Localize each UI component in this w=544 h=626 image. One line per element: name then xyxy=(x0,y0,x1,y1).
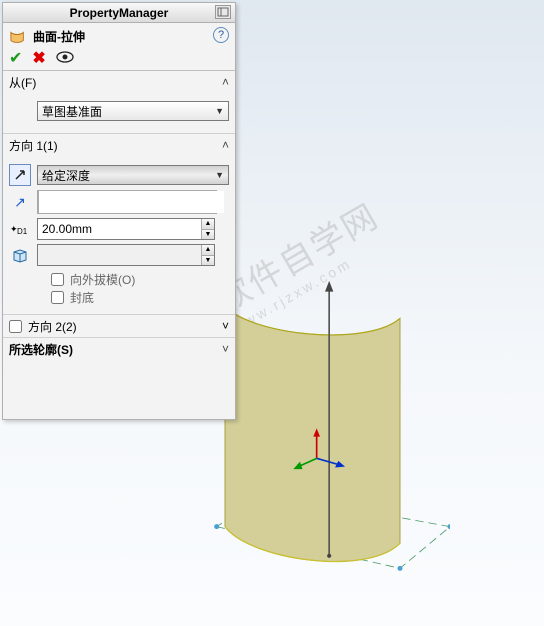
spin-down-icon[interactable]: ▼ xyxy=(202,256,214,266)
svg-text:D1: D1 xyxy=(17,227,28,236)
surface-extrude-icon xyxy=(9,28,27,44)
direction-reference-field[interactable] xyxy=(39,191,224,213)
spin-up-icon[interactable]: ▲ xyxy=(202,219,214,230)
panel-title: PropertyManager xyxy=(70,6,169,20)
help-icon: ? xyxy=(218,29,224,41)
depth-dimension-icon: ✦D1 xyxy=(9,218,31,240)
direction-vector-icon: ↗ xyxy=(9,191,31,213)
draft-outward-checkbox[interactable] xyxy=(51,273,64,286)
from-condition-value: 草图基准面 xyxy=(42,103,102,120)
watermark-url: www.rjzxw.com xyxy=(230,232,394,336)
reverse-icon xyxy=(13,168,27,182)
help-button[interactable]: ? xyxy=(213,27,229,43)
draft-icon xyxy=(9,244,31,266)
cancel-button[interactable]: ✖ xyxy=(32,48,45,68)
section-direction1-header[interactable]: 方向 1(1) ˄ xyxy=(3,134,235,156)
section-direction2-label: 方向 2(2) xyxy=(28,318,77,335)
section-direction1-label: 方向 1(1) xyxy=(9,137,58,154)
depth-spinner[interactable]: ▲ ▼ xyxy=(201,219,214,239)
draft-angle-field xyxy=(38,245,201,265)
section-direction2-header[interactable]: 方向 2(2) ˅ xyxy=(3,315,235,337)
chevron-up-icon: ˄ xyxy=(222,138,229,152)
end-condition-value: 给定深度 xyxy=(42,167,90,184)
depth-field[interactable] xyxy=(38,219,201,239)
chevron-down-icon: ˅ xyxy=(222,319,229,333)
feature-title-row: 曲面-拉伸 ? xyxy=(3,23,235,49)
section-direction1: 方向 1(1) ˄ 给定深度 ▼ ↗ xyxy=(3,134,235,315)
draft-outward-label: 向外拔模(O) xyxy=(70,271,135,288)
section-contours-label: 所选轮廓(S) xyxy=(9,341,73,358)
chevron-down-icon: ˅ xyxy=(222,342,229,356)
chevron-down-icon: ▼ xyxy=(215,170,224,180)
section-contours: 所选轮廓(S) ˅ xyxy=(3,338,235,360)
pin-icon xyxy=(217,7,229,17)
from-condition-dropdown[interactable]: 草图基准面 ▼ xyxy=(37,101,229,121)
section-direction2: 方向 2(2) ˅ xyxy=(3,315,235,338)
chevron-up-icon: ˄ xyxy=(222,75,229,89)
reverse-direction-button[interactable] xyxy=(9,164,31,186)
spin-up-icon[interactable]: ▲ xyxy=(202,245,214,256)
preview-button[interactable] xyxy=(56,50,74,66)
direction-reference-input[interactable] xyxy=(37,190,217,214)
end-condition-dropdown[interactable]: 给定深度 ▼ xyxy=(37,165,229,185)
cap-ends-label: 封底 xyxy=(70,289,94,306)
pin-button[interactable] xyxy=(215,5,231,19)
property-manager-panel: PropertyManager 曲面-拉伸 ? ✔ ✖ 从(F) ˄ 草图 xyxy=(2,2,236,420)
feature-name: 曲面-拉伸 xyxy=(33,28,85,45)
cap-ends-checkbox[interactable] xyxy=(51,291,64,304)
section-from: 从(F) ˄ 草图基准面 ▼ xyxy=(3,71,235,134)
draft-spinner[interactable]: ▲ ▼ xyxy=(201,245,214,265)
action-row: ✔ ✖ xyxy=(3,49,235,71)
direction2-checkbox[interactable] xyxy=(9,320,22,333)
ok-button[interactable]: ✔ xyxy=(9,48,22,68)
panel-header: PropertyManager xyxy=(3,3,235,23)
section-contours-header[interactable]: 所选轮廓(S) ˅ xyxy=(3,338,235,360)
watermark-text: 软件自学网 xyxy=(210,197,385,320)
draft-angle-input[interactable]: ▲ ▼ xyxy=(37,244,215,266)
section-from-label: 从(F) xyxy=(9,74,36,91)
depth-input[interactable]: ▲ ▼ xyxy=(37,218,215,240)
eye-icon xyxy=(56,51,74,63)
spin-down-icon[interactable]: ▼ xyxy=(202,230,214,240)
chevron-down-icon: ▼ xyxy=(215,106,224,116)
model-preview xyxy=(200,270,450,600)
section-from-header[interactable]: 从(F) ˄ xyxy=(3,71,235,93)
